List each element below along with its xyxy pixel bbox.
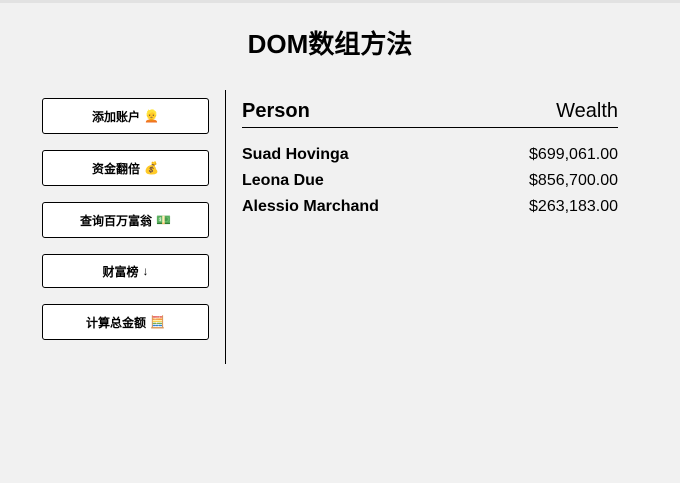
arrow-down-icon: ↓	[142, 264, 149, 278]
page-title: DOM数组方法	[247, 29, 413, 59]
header-wealth: Wealth	[556, 100, 618, 122]
add-user-button[interactable]: 添加账户 👱	[42, 98, 209, 134]
person-name: Leona Due	[242, 172, 324, 189]
person-wealth: $856,700.00	[529, 172, 618, 189]
table-body: Suad Hovinga $699,061.00 Leona Due $856,…	[242, 142, 618, 220]
sort-by-wealth-label: 财富榜	[102, 264, 139, 279]
double-money-button[interactable]: 资金翻倍 💰	[42, 150, 209, 186]
banknote-icon: 💵	[156, 213, 171, 227]
sort-by-wealth-button[interactable]: 财富榜 ↓	[42, 254, 209, 288]
abacus-icon: 🧮	[150, 315, 165, 329]
table-header: Person Wealth	[242, 96, 618, 128]
double-money-label: 资金翻倍	[92, 161, 141, 176]
person-name: Suad Hovinga	[242, 146, 349, 163]
table-row: Alessio Marchand $263,183.00	[242, 194, 618, 220]
wealth-table: Person Wealth Suad Hovinga $699,061.00 L…	[242, 96, 618, 220]
person-name: Alessio Marchand	[242, 198, 379, 215]
vertical-divider	[225, 90, 226, 364]
add-user-label: 添加账户	[92, 109, 141, 124]
sidebar: 添加账户 👱 资金翻倍 💰 查询百万富翁 💵 财富榜 ↓ 计算总金额 🧮	[42, 98, 209, 356]
header-person: Person	[242, 100, 310, 122]
person-wealth: $699,061.00	[529, 146, 618, 163]
show-millionaires-label: 查询百万富翁	[80, 213, 153, 228]
money-bag-icon: 💰	[144, 161, 159, 175]
calculate-total-button[interactable]: 计算总金额 🧮	[42, 304, 209, 340]
table-row: Leona Due $856,700.00	[242, 168, 618, 194]
person-wealth: $263,183.00	[529, 198, 618, 215]
table-row: Suad Hovinga $699,061.00	[242, 142, 618, 168]
person-icon: 👱	[144, 109, 159, 123]
show-millionaires-button[interactable]: 查询百万富翁 💵	[42, 202, 209, 238]
calculate-total-label: 计算总金额	[86, 315, 147, 330]
top-border	[0, 0, 680, 3]
